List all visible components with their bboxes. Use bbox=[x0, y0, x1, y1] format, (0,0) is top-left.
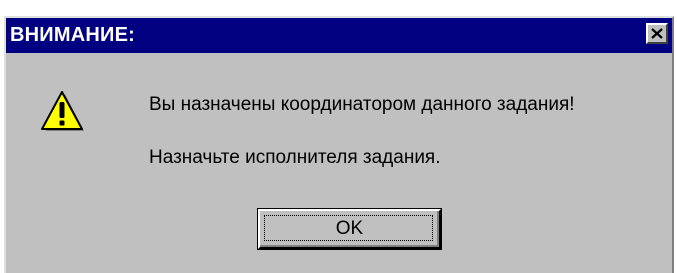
message-line-2: Назначьте исполнителя задания. bbox=[149, 147, 441, 168]
title-bar: ВНИМАНИЕ: bbox=[6, 18, 672, 53]
close-icon bbox=[651, 28, 663, 39]
ok-button[interactable]: OK bbox=[258, 209, 441, 249]
warning-icon bbox=[41, 91, 84, 131]
message-line-1: Вы назначены координатором данного задан… bbox=[149, 94, 575, 115]
alert-dialog: ВНИМАНИЕ: Вы назначены координатором дан… bbox=[4, 16, 674, 273]
dialog-title: ВНИМАНИЕ: bbox=[10, 24, 135, 46]
close-button[interactable] bbox=[646, 23, 668, 44]
ok-button-label: OK bbox=[335, 218, 364, 239]
